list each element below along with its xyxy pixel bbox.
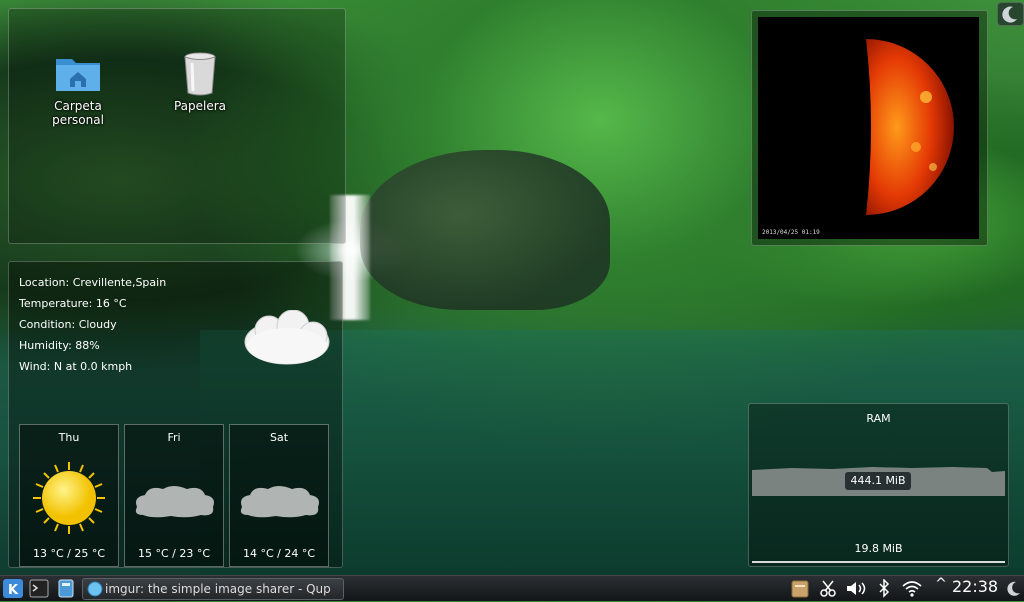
wifi-icon[interactable] — [901, 579, 922, 598]
ram-free-value: 19.8 MiB — [854, 542, 903, 555]
forecast-temps: 14 °C / 24 °C — [242, 547, 316, 560]
weather-wind: Wind: N at 0.0 kmph — [19, 360, 133, 373]
desktop-icon-trash[interactable]: Papelera — [155, 49, 245, 113]
forecast-day-label: Thu — [58, 431, 80, 444]
weather-condition: Condition: Cloudy — [19, 318, 117, 331]
sun-icon — [32, 461, 106, 539]
folder-view-widget[interactable]: Carpeta personal Papelera — [8, 8, 346, 244]
home-folder-label-2: personal — [52, 113, 104, 127]
forecast-day-sat: Sat 14 °C / 24 °C — [229, 424, 329, 567]
kde-menu-icon[interactable]: K — [3, 579, 23, 598]
ram-used-value: 444.1 MiB — [845, 472, 911, 490]
clipboard-icon[interactable] — [790, 579, 810, 598]
tray-expand-arrow[interactable]: ^ — [934, 576, 948, 595]
taskbar-window-title: imgur: the simple image sharer - Qup — [105, 582, 331, 596]
desktop-icon-home-folder[interactable]: Carpeta personal — [33, 49, 123, 127]
weather-humidity: Humidity: 88% — [19, 339, 100, 352]
trash-label: Papelera — [173, 99, 227, 113]
weather-temperature: Temperature: 16 °C — [19, 297, 127, 310]
moon-icon — [1002, 6, 1017, 23]
trash-icon — [176, 49, 224, 97]
solar-image: 2013/04/25 01:19 — [758, 17, 979, 239]
volume-icon[interactable] — [845, 579, 866, 598]
picture-frame-widget[interactable]: 2013/04/25 01:19 — [751, 10, 988, 246]
background-rock — [360, 150, 610, 310]
home-folder-label-1: Carpeta — [54, 99, 102, 113]
home-folder-icon — [54, 49, 102, 97]
forecast-temps: 15 °C / 23 °C — [137, 547, 211, 560]
cloud-icon — [236, 483, 322, 523]
weather-location: Location: Crevillente,Spain — [19, 276, 167, 289]
terminal-icon[interactable] — [29, 579, 49, 598]
weather-widget[interactable]: Location: Crevillente,Spain Temperature:… — [8, 261, 343, 568]
forecast-day-label: Fri — [167, 431, 181, 444]
file-manager-icon[interactable] — [56, 579, 76, 598]
forecast-day-fri: Fri 15 °C / 23 °C — [124, 424, 224, 567]
dashboard-toggle-button[interactable] — [997, 2, 1024, 26]
forecast-temps: 13 °C / 25 °C — [32, 547, 106, 560]
ram-bar — [752, 561, 1005, 563]
solar-image-caption: 2013/04/25 01:19 — [762, 229, 820, 236]
svg-text:K: K — [8, 583, 19, 598]
ram-title: RAM — [866, 412, 891, 425]
taskbar-window-item[interactable]: imgur: the simple image sharer - Qup — [82, 578, 344, 600]
clock[interactable]: 22:38 — [952, 577, 998, 596]
cloud-icon — [131, 483, 217, 523]
bluetooth-icon[interactable] — [874, 578, 894, 598]
scissors-icon[interactable] — [818, 579, 838, 598]
ram-monitor-widget[interactable]: RAM 444.1 MiB 19.8 MiB — [748, 403, 1009, 567]
forecast-day-label: Sat — [269, 431, 289, 444]
panel-toolbox-icon[interactable] — [1004, 579, 1024, 598]
browser-icon — [87, 581, 103, 597]
forecast-day-thu: Thu 13 °C / 25 °C — [19, 424, 119, 567]
current-cloud-icon — [241, 309, 333, 376]
taskbar: K imgur: the simple image sharer - Qup ^… — [0, 575, 1024, 601]
